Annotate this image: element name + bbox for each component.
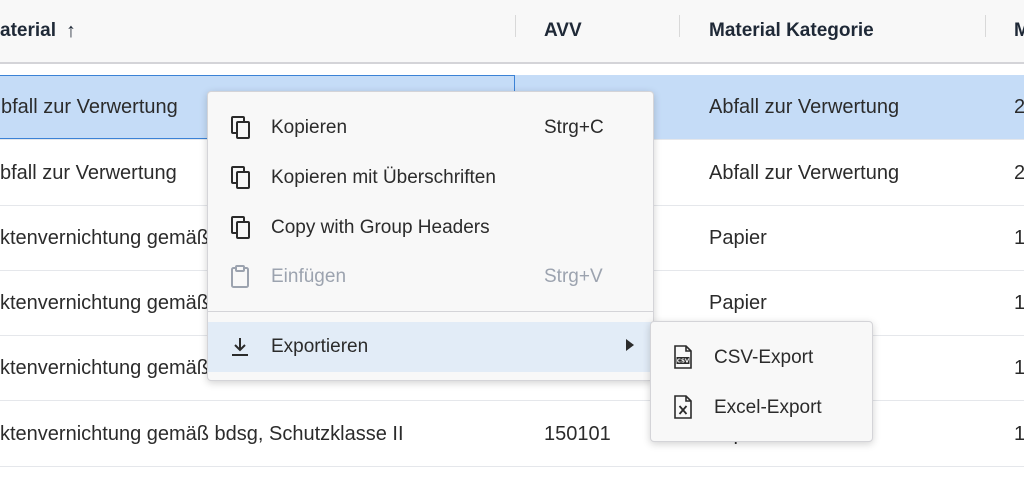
- column-header-kategorie-label: Material Kategorie: [709, 20, 874, 41]
- copy-icon: [231, 216, 250, 239]
- chevron-right-icon: [626, 339, 634, 351]
- menu-item-label: Kopieren mit Überschriften: [271, 167, 496, 188]
- column-header-material[interactable]: aterial ↑: [0, 0, 76, 62]
- cell-m[interactable]: 1: [1014, 402, 1024, 466]
- svg-text:CSV: CSV: [677, 359, 690, 365]
- copy-icon: [231, 116, 250, 139]
- column-header-avv-label: AVV: [544, 20, 582, 41]
- cell-kategorie[interactable]: Papier: [709, 206, 989, 270]
- menu-item-label: Einfügen: [271, 266, 347, 287]
- menu-item-shortcut: Strg+C: [544, 117, 604, 138]
- excel-file-icon: [674, 395, 692, 419]
- cell-kategorie[interactable]: Abfall zur Verwertung: [709, 141, 989, 205]
- menu-item-label: CSV-Export: [714, 347, 814, 368]
- copy-icon: [231, 166, 250, 189]
- cell-m[interactable]: 2: [1014, 75, 1024, 139]
- context-menu: Kopieren Strg+C Kopieren mit Überschrift…: [207, 91, 654, 381]
- cell-m[interactable]: 1: [1014, 336, 1024, 400]
- menu-item-label: Exportieren: [271, 336, 369, 357]
- menu-separator: [208, 311, 653, 312]
- csv-file-icon: CSV: [674, 345, 692, 369]
- column-header-kategorie[interactable]: Material Kategorie: [709, 0, 874, 62]
- column-header-material-label: aterial: [0, 20, 56, 41]
- column-header-avv[interactable]: AVV: [544, 0, 582, 62]
- menu-item-label: Excel-Export: [714, 397, 822, 418]
- export-submenu: CSV CSV-Export Excel-Export: [650, 321, 873, 442]
- menu-item-exportieren[interactable]: Exportieren: [208, 322, 653, 372]
- menu-item-kopieren[interactable]: Kopieren Strg+C: [208, 103, 653, 153]
- column-header-m-label: M: [1014, 20, 1024, 41]
- column-header-m[interactable]: M: [1014, 0, 1024, 62]
- cell-material[interactable]: ktenvernichtung gemäß bdsg, Schutzklasse…: [0, 402, 515, 466]
- grid-header: aterial ↑ AVV Material Kategorie M: [0, 0, 1024, 64]
- menu-item-shortcut: Strg+V: [544, 266, 603, 287]
- menu-item-label: Kopieren: [271, 117, 348, 138]
- column-separator[interactable]: [515, 15, 516, 37]
- column-separator[interactable]: [679, 15, 680, 37]
- cell-m[interactable]: 2: [1014, 141, 1024, 205]
- menu-item-csv-export[interactable]: CSV CSV-Export: [651, 333, 872, 383]
- menu-item-excel-export[interactable]: Excel-Export: [651, 383, 872, 433]
- menu-item-copy-with-group-headers[interactable]: Copy with Group Headers: [208, 203, 653, 253]
- cell-m[interactable]: 1: [1014, 206, 1024, 270]
- download-icon: [232, 338, 248, 356]
- menu-item-kopieren-mit-ueberschriften[interactable]: Kopieren mit Überschriften: [208, 153, 653, 203]
- paste-icon: [231, 265, 249, 288]
- cell-m[interactable]: 1: [1014, 271, 1024, 335]
- column-separator[interactable]: [985, 15, 986, 37]
- menu-item-label: Copy with Group Headers: [271, 217, 490, 238]
- sort-ascending-icon: ↑: [65, 19, 76, 42]
- cell-kategorie[interactable]: Abfall zur Verwertung: [709, 75, 989, 139]
- menu-item-einfuegen: Einfügen Strg+V: [208, 252, 653, 302]
